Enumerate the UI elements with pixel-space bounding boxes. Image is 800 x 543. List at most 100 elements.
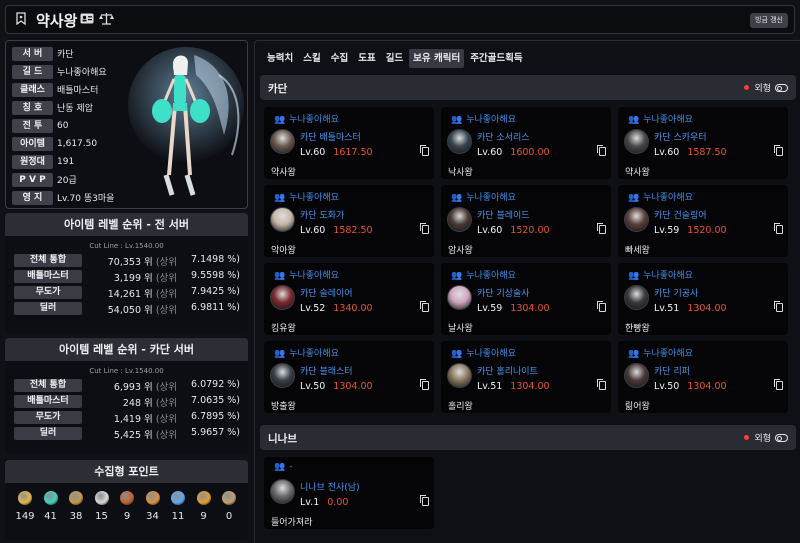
character-card[interactable]: 👥 누나좋아해요 카단 슬레이어 Lv.52 1340.00 킹유왕 [264, 263, 434, 335]
copy-icon[interactable] [420, 379, 429, 390]
card-class-name: 슬레이어 [319, 289, 353, 299]
rank-label: 딜러 [14, 427, 82, 440]
copy-icon[interactable] [774, 379, 783, 390]
rank-label: 전체 통합 [14, 379, 82, 392]
character-avatar [447, 363, 472, 388]
card-class: 카단 슬레이어 [300, 286, 353, 299]
copy-icon[interactable] [774, 301, 783, 312]
tab-item[interactable]: 보유 캐릭터 [409, 49, 465, 68]
rank-position: 70,353 위 (상위 [108, 254, 177, 268]
collection-item[interactable]: 149 [13, 491, 37, 522]
toggle-icon[interactable] [775, 83, 788, 92]
collection-item[interactable]: 9 [192, 491, 216, 522]
tab-item[interactable]: 주간골드획득 [466, 49, 526, 68]
tab-item[interactable]: 길드 [382, 49, 407, 68]
collection-item[interactable]: 41 [39, 491, 63, 522]
card-class-name: 기상술사 [496, 289, 530, 299]
character-card[interactable]: 👥 - 니나브 전사(남) Lv.1 0.00 들어가져라 [264, 457, 434, 529]
info-row: 영 지 Lv.70 똥3마을 [12, 190, 114, 205]
rank-position: 14,261 위 (상위 [108, 286, 177, 300]
server-name: 카단 [268, 83, 288, 95]
guild-users-icon: 👥 [274, 349, 286, 359]
character-card[interactable]: 👥 누나좋아해요 카단 기상술사 Lv.59 1304.00 날사왕 [441, 263, 611, 335]
rank-top-label: (상위 [155, 430, 177, 441]
tab-item[interactable]: 스킬 [299, 49, 324, 68]
character-card[interactable]: 👥 누나좋아해요 카단 소서리스 Lv.60 1600.00 낙사왕 [441, 107, 611, 179]
tab-item[interactable]: 능력치 [263, 49, 297, 68]
character-card[interactable]: 👥 누나좋아해요 카단 블레이드 Lv.60 1520.00 암사왕 [441, 185, 611, 257]
card-character-name: 한빵왕 [625, 324, 650, 334]
rank-row: 배틀마스터 248 위 (상위 7.0635 %) [5, 393, 248, 409]
look-toggle[interactable]: 외형 [744, 81, 788, 94]
copy-icon[interactable] [597, 301, 606, 312]
collection-item[interactable]: 11 [166, 491, 190, 522]
info-label: 클래스 [12, 82, 53, 97]
id-card-icon[interactable] [80, 13, 94, 28]
look-toggle[interactable]: 외형 [744, 431, 788, 444]
card-char-level: Lv.51 [477, 381, 503, 392]
character-card[interactable]: 👥 누나좋아해요 카단 홀리나이트 Lv.51 1304.00 홀리왕 [441, 341, 611, 413]
copy-icon[interactable] [597, 223, 606, 234]
character-card[interactable]: 👥 누나좋아해요 카단 배틀마스터 Lv.60 1617.50 약사왕 [264, 107, 434, 179]
character-card[interactable]: 👥 누나좋아해요 카단 건슬링어 Lv.59 1520.00 빠세왕 [618, 185, 788, 257]
copy-icon[interactable] [597, 379, 606, 390]
rank-top-label: (상위 [155, 398, 177, 409]
character-name: 약사왕 [36, 12, 78, 30]
copy-icon[interactable] [420, 145, 429, 156]
card-char-level: Lv.50 [654, 381, 680, 392]
collection-value: 0 [225, 511, 233, 522]
card-class-name: 건슬링어 [673, 211, 707, 221]
copy-icon[interactable] [420, 301, 429, 312]
copy-icon[interactable] [597, 145, 606, 156]
toggle-icon[interactable] [775, 433, 788, 442]
character-card[interactable]: 👥 누나좋아해요 카단 블래스터 Lv.50 1304.00 방출왕 [264, 341, 434, 413]
card-character-name: 약사왕 [271, 168, 296, 178]
info-row: 원정대 191 [12, 154, 74, 169]
info-label: 전 투 [12, 118, 53, 133]
character-avatar [624, 285, 649, 310]
character-card[interactable]: 👥 누나좋아해요 카단 기공사 Lv.51 1304.00 한빵왕 [618, 263, 788, 335]
collection-points-box: 수집형 포인트 149 41 38 15 9 34 11 9 0 [5, 460, 248, 540]
refresh-button[interactable]: 빙금 갱신 [750, 13, 788, 28]
rank-percent: 7.9425 %) [191, 286, 240, 297]
scale-icon[interactable] [99, 12, 114, 29]
copy-icon[interactable] [774, 223, 783, 234]
copy-icon[interactable] [774, 145, 783, 156]
card-guild: 👥 - [274, 462, 292, 472]
rank-row: 딜러 5,425 위 (상위 5.9657 %) [5, 425, 248, 441]
character-card[interactable]: 👥 누나좋아해요 카단 리퍼 Lv.50 1304.00 릶어왕 [618, 341, 788, 413]
card-level: Lv.60 1600.00 [477, 147, 550, 158]
character-card[interactable]: 👥 누나좋아해요 카단 도화가 Lv.60 1582.50 악아왕 [264, 185, 434, 257]
card-item-level: 1304.00 [510, 303, 550, 314]
collection-item[interactable]: 38 [64, 491, 88, 522]
card-class-name: 리퍼 [673, 367, 690, 377]
collection-item[interactable]: 9 [115, 491, 139, 522]
rank-number: 70,353 위 [107, 257, 153, 268]
card-guild: 👥 누나좋아해요 [274, 190, 339, 203]
card-level: Lv.52 1340.00 [300, 303, 373, 314]
rank-label: 전체 통합 [14, 254, 82, 267]
card-char-level: Lv.60 [654, 147, 680, 158]
rank-percent: 7.0635 %) [191, 395, 240, 406]
card-char-level: Lv.1 [300, 497, 320, 508]
card-class-name: 블레이드 [496, 211, 530, 221]
card-level: Lv.60 1582.50 [300, 225, 373, 236]
copy-icon[interactable] [420, 223, 429, 234]
info-row: 전 투 60 [12, 118, 68, 133]
guild-name: 누나좋아해요 [643, 115, 693, 125]
rank-label: 배틀마스터 [14, 395, 82, 408]
info-value: 누나좋아해요 [57, 68, 107, 78]
copy-icon[interactable] [420, 495, 429, 506]
rank-number: 54,050 위 [107, 305, 153, 316]
rank-top-label: (상위 [155, 382, 177, 393]
card-server: 카단 [477, 367, 494, 377]
bookmark-icon[interactable] [16, 12, 26, 29]
collection-item[interactable]: 0 [217, 491, 241, 522]
card-character-name: 날사왕 [448, 324, 473, 334]
collection-item[interactable]: 34 [141, 491, 165, 522]
tab-item[interactable]: 수집 [327, 49, 352, 68]
character-card[interactable]: 👥 누나좋아해요 카단 스카우터 Lv.60 1587.50 약사왕 [618, 107, 788, 179]
collection-item[interactable]: 15 [90, 491, 114, 522]
tab-item[interactable]: 도표 [354, 49, 379, 68]
rank-row: 딜러 54,050 위 (상위 6.9811 %) [5, 300, 248, 316]
